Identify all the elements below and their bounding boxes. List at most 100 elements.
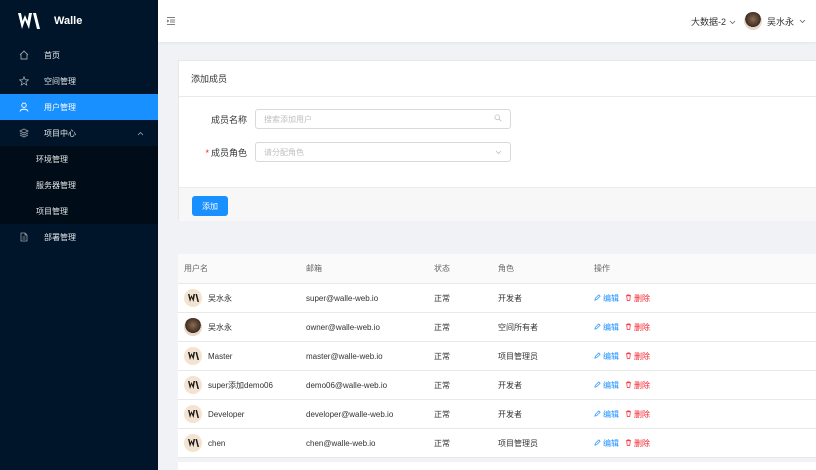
edit-icon — [594, 438, 601, 448]
cell-actions: 编辑 删除 — [594, 438, 816, 449]
column-header-username[interactable]: 用户名 — [178, 263, 306, 274]
chevron-down-icon — [729, 17, 736, 27]
cell-actions: 编辑 删除 — [594, 322, 816, 333]
edit-button[interactable]: 编辑 — [594, 351, 619, 362]
username-text: 吴水永 — [208, 322, 232, 332]
cell-status: 正常 — [434, 293, 450, 303]
cell-role: 空间所有者 — [498, 322, 538, 332]
avatar — [743, 12, 762, 30]
delete-button[interactable]: 删除 — [625, 293, 650, 304]
user-name: 吴水永 — [766, 16, 794, 27]
edit-button[interactable]: 编辑 — [594, 438, 619, 449]
cell-role: 项目管理员 — [498, 438, 538, 448]
edit-button[interactable]: 编辑 — [594, 409, 619, 420]
sidebar-item-servers[interactable]: 服务器管理 — [0, 172, 158, 198]
delete-button[interactable]: 删除 — [625, 322, 650, 333]
edit-label: 编辑 — [603, 293, 619, 303]
member-role-select[interactable]: 请分配角色 — [255, 142, 511, 162]
chevron-down-icon — [495, 148, 502, 157]
member-name-row: 成员名称 搜索添加用户 — [191, 109, 511, 129]
edit-label: 编辑 — [603, 380, 619, 390]
sidebar-item-label: 服务器管理 — [36, 180, 76, 190]
delete-label: 删除 — [634, 438, 650, 448]
delete-icon — [625, 439, 632, 448]
delete-label: 删除 — [634, 322, 650, 332]
cell-email: super@walle-web.io — [306, 293, 379, 303]
username-text: 吴水永 — [208, 293, 232, 303]
edit-button[interactable]: 编辑 — [594, 322, 619, 333]
delete-icon — [625, 323, 632, 332]
project-submenu: 环境管理 服务器管理 项目管理 — [0, 146, 158, 224]
table-row: 吴水永 owner@walle-web.io 正常 空间所有者 编辑 删除 — [178, 313, 816, 342]
edit-button[interactable]: 编辑 — [594, 380, 619, 391]
edit-label: 编辑 — [603, 438, 619, 448]
cell-actions: 编辑 删除 — [594, 380, 816, 391]
members-table: 用户名 邮箱 状态 角色 操作 吴水永 super@walle-web.io 正常开… — [178, 254, 816, 458]
column-header-email[interactable]: 邮箱 — [306, 263, 434, 274]
required-mark: * — [205, 147, 209, 158]
space-selector[interactable]: 大数据-2 — [691, 15, 736, 28]
table-row: Master master@walle-web.io 正常 项目管理员 编辑 删除 — [178, 342, 816, 371]
delete-label: 删除 — [634, 380, 650, 390]
cell-username: super添加demo06 — [178, 376, 306, 394]
delete-button[interactable]: 删除 — [625, 351, 650, 362]
member-search-input[interactable]: 搜索添加用户 — [255, 109, 511, 129]
search-icon — [494, 114, 502, 124]
delete-label: 删除 — [634, 409, 650, 419]
column-header-role[interactable]: 角色 — [498, 263, 594, 274]
card-title: 添加成员 — [179, 61, 816, 97]
edit-label: 编辑 — [603, 322, 619, 332]
member-search-placeholder: 搜索添加用户 — [264, 114, 312, 124]
avatar — [184, 434, 202, 452]
delete-icon — [625, 352, 632, 361]
menu-fold-icon[interactable] — [166, 16, 176, 26]
member-role-label: * 成员角色 — [205, 147, 247, 158]
star-icon — [18, 75, 30, 87]
edit-icon — [594, 293, 601, 303]
user-icon — [18, 101, 30, 113]
cell-email: owner@walle-web.io — [306, 322, 380, 332]
delete-button[interactable]: 删除 — [625, 438, 650, 449]
edit-button[interactable]: 编辑 — [594, 293, 619, 304]
sidebar-item-deploy[interactable]: 部署管理 — [0, 224, 158, 250]
avatar — [184, 318, 202, 336]
delete-icon — [625, 410, 632, 419]
cell-status: 正常 — [434, 438, 450, 448]
chevron-up-icon — [137, 129, 144, 138]
avatar — [184, 289, 202, 307]
sidebar-item-environments[interactable]: 环境管理 — [0, 146, 158, 172]
edit-icon — [594, 409, 601, 419]
cell-status: 正常 — [434, 380, 450, 390]
sidebar-item-project-management[interactable]: 项目管理 — [0, 198, 158, 224]
sidebar-item-users[interactable]: 用户管理 — [0, 94, 158, 120]
cell-username: Master — [178, 347, 306, 365]
member-name-label: 成员名称 — [210, 114, 247, 125]
column-header-status[interactable]: 状态 — [434, 263, 498, 274]
deploy-icon — [18, 231, 30, 243]
user-menu[interactable]: 吴水永 — [743, 12, 806, 30]
table-row: 吴水永 super@walle-web.io 正常 开发者 编辑 删除 — [178, 284, 816, 313]
sidebar-item-label: 首页 — [44, 50, 60, 60]
cell-username: 吴水永 — [178, 289, 306, 307]
add-button[interactable]: 添加 — [192, 196, 228, 216]
delete-label: 删除 — [634, 293, 650, 303]
sidebar-item-projects[interactable]: 项目中心 — [0, 120, 158, 146]
column-header-actions: 操作 — [594, 264, 610, 273]
sidebar-item-space[interactable]: 空间管理 — [0, 68, 158, 94]
sidebar-item-label: 项目管理 — [36, 206, 68, 216]
delete-icon — [625, 294, 632, 303]
sidebar-item-home[interactable]: 首页 — [0, 42, 158, 68]
cell-role: 开发者 — [498, 409, 522, 419]
username-text: chen — [208, 438, 226, 448]
walle-logo-icon — [18, 13, 40, 29]
delete-icon — [625, 381, 632, 390]
username-text: Developer — [208, 409, 245, 419]
delete-button[interactable]: 删除 — [625, 409, 650, 420]
logo[interactable]: Walle — [0, 0, 158, 42]
home-icon — [18, 49, 30, 61]
cell-actions: 编辑 删除 — [594, 293, 816, 304]
delete-button[interactable]: 删除 — [625, 380, 650, 391]
sidebar: Walle 首页 空间管理 用户管理 项目中心 环境管理 服务器管理 项目管理 … — [0, 0, 158, 470]
avatar — [184, 347, 202, 365]
add-member-card: 添加成员 成员名称 搜索添加用户 * 成员角色 请分配角色 添加 — [178, 60, 816, 221]
